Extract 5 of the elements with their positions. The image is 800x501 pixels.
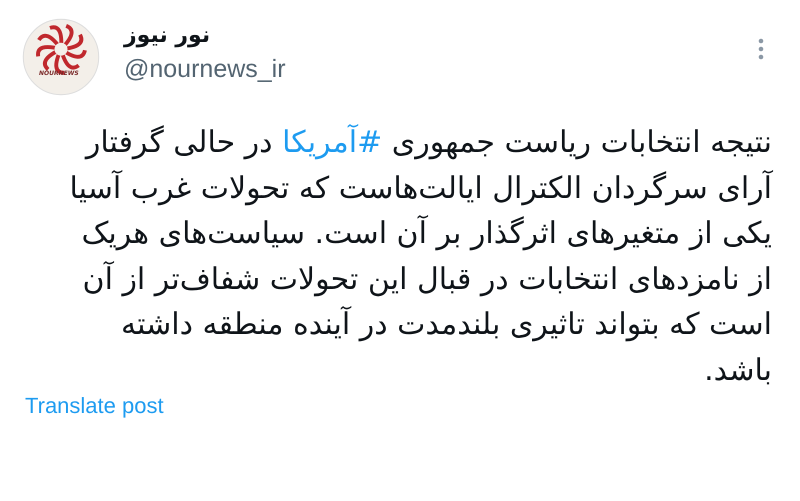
more-options-icon[interactable] [758, 38, 764, 60]
post-text: نتیجه انتخابات ریاست جمهوری #آمریکا در حالی گرفتار آرای سرگردان الکترال ایالت‌هاست که تحولات غرب آسیا یکی از متغیرهای اثرگذار بر آن است. سیاست‌های هریک از نامزدهای انتخابات در قبال این تحولات شفاف‌تر از آن است که بتواند تاثیری بلندمدت در آینده منطقه داشته باشد. [68, 123, 772, 390]
account-name[interactable]: نور نیوز [124, 20, 286, 52]
account-handle[interactable]: @nournews_ir [124, 52, 286, 86]
logo-drawing[interactable] [22, 18, 100, 96]
